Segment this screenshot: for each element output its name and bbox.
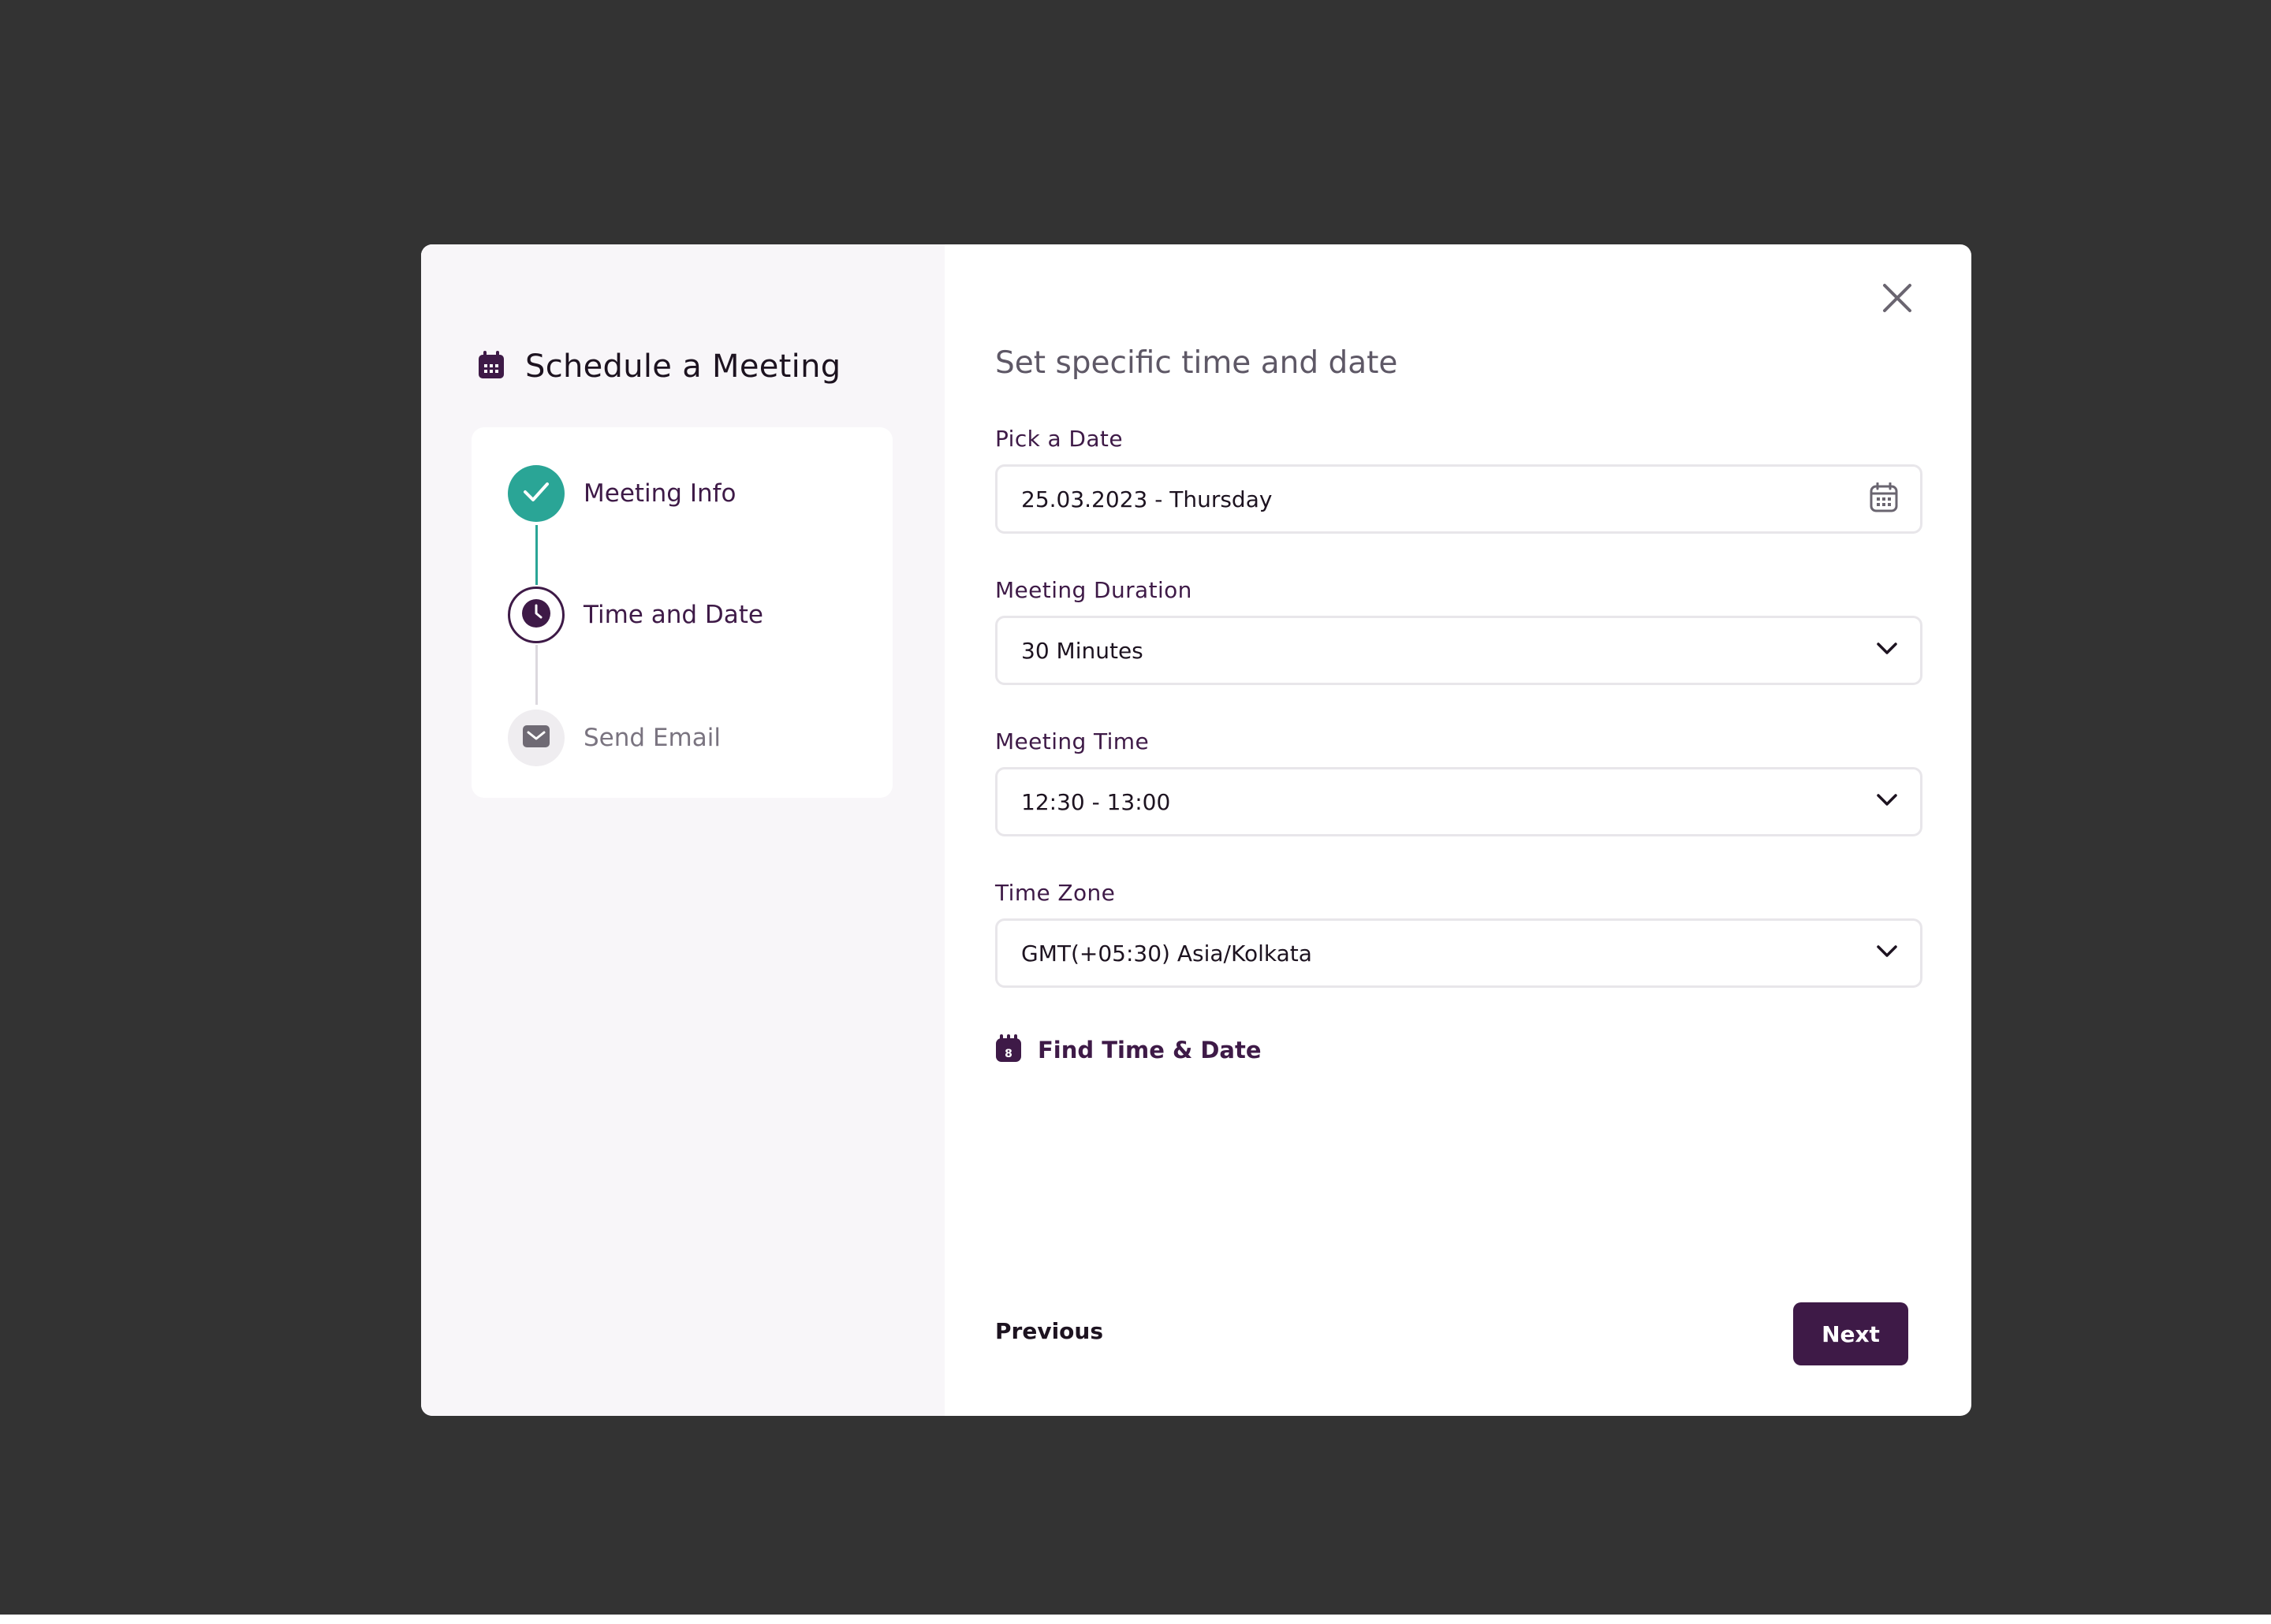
step-send-email[interactable]: Send Email <box>508 710 721 766</box>
step-connector <box>535 645 538 705</box>
date-label: Pick a Date <box>995 426 1123 452</box>
step-connector <box>535 525 538 585</box>
date-value: 25.03.2023 - Thursday <box>1021 486 1273 512</box>
clock-icon <box>520 598 552 632</box>
calendar-date-icon: 8 <box>995 1034 1022 1066</box>
calendar-icon <box>478 351 505 382</box>
next-button[interactable]: Next <box>1793 1302 1908 1365</box>
date-picker-field[interactable]: 25.03.2023 - Thursday <box>995 464 1922 534</box>
calendar-digit: 8 <box>1005 1048 1012 1060</box>
close-button[interactable] <box>1878 281 1916 318</box>
sidebar-header: Schedule a Meeting <box>478 348 841 385</box>
page-title: Set specific time and date <box>995 345 1398 381</box>
step-indicator <box>508 710 565 766</box>
chevron-down-icon <box>1876 793 1898 810</box>
step-label: Send Email <box>584 724 721 752</box>
close-icon <box>1881 282 1913 317</box>
stepper: Send Email Time and Date Meeting Info <box>472 427 893 798</box>
find-time-date-link[interactable]: 8 Find Time & Date <box>995 1034 1262 1066</box>
find-time-date-label: Find Time & Date <box>1038 1037 1262 1063</box>
timezone-label: Time Zone <box>995 880 1116 906</box>
timezone-select[interactable]: GMT(+05:30) Asia/Kolkata <box>995 918 1922 988</box>
duration-value: 30 Minutes <box>1021 637 1143 664</box>
step-indicator <box>508 465 565 522</box>
main-panel: Set specific time and date Pick a Date 2… <box>945 244 1971 1416</box>
time-value: 12:30 - 13:00 <box>1021 788 1171 815</box>
step-indicator <box>508 587 565 643</box>
meeting-time-select[interactable]: 12:30 - 13:00 <box>995 767 1922 836</box>
envelope-icon <box>523 725 550 751</box>
checkmark-icon <box>522 480 550 507</box>
sidebar-title: Schedule a Meeting <box>525 348 841 385</box>
sidebar: Schedule a Meeting Send Email Time and D… <box>421 244 945 1416</box>
step-label: Meeting Info <box>584 479 736 508</box>
step-meeting-info[interactable]: Meeting Info <box>508 465 736 522</box>
schedule-meeting-modal: Schedule a Meeting Send Email Time and D… <box>421 244 1971 1416</box>
duration-select[interactable]: 30 Minutes <box>995 616 1922 685</box>
previous-button[interactable]: Previous <box>995 1318 1103 1344</box>
step-label: Time and Date <box>584 601 763 629</box>
time-label: Meeting Time <box>995 728 1150 754</box>
duration-label: Meeting Duration <box>995 577 1192 603</box>
chevron-down-icon <box>1876 642 1898 659</box>
calendar-icon[interactable] <box>1870 482 1898 516</box>
timezone-value: GMT(+05:30) Asia/Kolkata <box>1021 940 1312 967</box>
step-time-and-date[interactable]: Time and Date <box>508 587 763 643</box>
chevron-down-icon <box>1876 944 1898 962</box>
